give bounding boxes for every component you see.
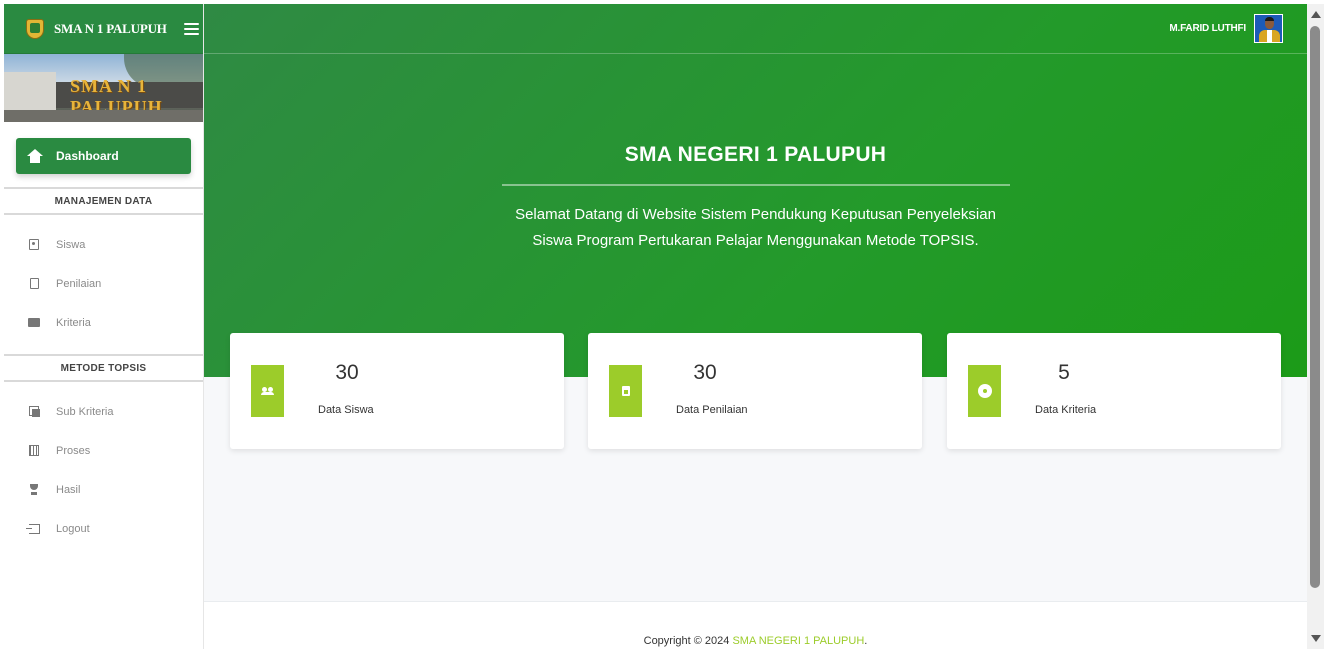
- avatar-hair: [1265, 17, 1274, 21]
- id-card-glyph: [29, 239, 39, 250]
- sidebar-item-dashboard[interactable]: Dashboard: [16, 138, 191, 174]
- hamburger-bar: [183, 32, 199, 35]
- sidebar-item-label: Siswa: [56, 238, 86, 251]
- briefcase-icon: [28, 317, 40, 329]
- card-value: 30: [335, 361, 359, 384]
- sidebar: SMA N 1 PALUPUH SMA N 1 PALUPUH Dashboar…: [4, 4, 204, 649]
- trophy-icon: [28, 484, 40, 496]
- card-label: Data Penilaian: [676, 404, 748, 416]
- section-items: Sub Kriteria Proses Hasil Logout: [4, 382, 203, 560]
- card-label: Data Kriteria: [1035, 404, 1097, 416]
- footer-suffix: .: [864, 635, 868, 647]
- sidebar-item-label: Kriteria: [56, 316, 91, 329]
- card-data-kriteria[interactable]: 5 Data Kriteria: [947, 333, 1281, 449]
- logout-icon: [25, 523, 40, 535]
- section-items: Siswa Penilaian Kriteria: [4, 215, 203, 354]
- clipboard-icon: [28, 278, 40, 290]
- footer-link[interactable]: SMA NEGERI 1 PALUPUH: [732, 635, 864, 647]
- card-data-siswa[interactable]: 30 Data Siswa: [230, 333, 564, 449]
- hero-welcome-text: Selamat Datang di Website Sistem Penduku…: [494, 202, 1017, 254]
- sidebar-item-label: Hasil: [56, 483, 81, 496]
- card-value: 30: [693, 361, 717, 384]
- section-metode-topsis: METODE TOPSIS: [4, 354, 203, 382]
- trophy-glyph: [28, 484, 40, 495]
- building-glyph: [29, 445, 39, 456]
- logo-inner: [30, 22, 40, 33]
- scroll-up-arrow-icon[interactable]: [1311, 11, 1321, 18]
- footer-copyright: Copyright © 2024 SMA NEGERI 1 PALUPUH.: [204, 635, 1307, 647]
- sidebar-menu: Dashboard MANAJEMEN DATA Siswa Penilaian…: [4, 122, 203, 560]
- hero-line-1: Selamat Datang di Website Sistem Penduku…: [515, 206, 996, 223]
- sidebar-item-logout[interactable]: Logout: [4, 509, 203, 548]
- hamburger-bar: [183, 22, 199, 25]
- copy-glyph: [28, 406, 40, 417]
- card-value: 5: [1058, 361, 1070, 384]
- gear-icon: [979, 386, 990, 396]
- sidebar-item-label: Proses: [56, 444, 91, 457]
- file-icon: [621, 386, 630, 396]
- sidebar-item-label: Penilaian: [56, 277, 102, 290]
- brand-bar: SMA N 1 PALUPUH: [4, 4, 203, 54]
- home-icon: [27, 149, 43, 163]
- sidebar-item-hasil[interactable]: Hasil: [4, 470, 203, 509]
- avatar-shirt: [1267, 30, 1272, 42]
- school-logo-icon: [24, 18, 46, 40]
- sidebar-item-proses[interactable]: Proses: [4, 431, 203, 470]
- hero-line-2: Siswa Program Pertukaran Pelajar Menggun…: [532, 232, 979, 249]
- clipboard-glyph: [29, 278, 39, 289]
- hero-title: SMA NEGERI 1 PALUPUH: [624, 143, 887, 166]
- hero-banner: SMA NEGERI 1 PALUPUH Selamat Datang di W…: [204, 4, 1307, 377]
- brand-name[interactable]: SMA N 1 PALUPUH: [54, 21, 167, 37]
- hamburger-bar: [183, 27, 199, 30]
- users-icon: [260, 387, 274, 395]
- sidebar-item-sub-kriteria[interactable]: Sub Kriteria: [4, 392, 203, 431]
- briefcase-glyph: [28, 318, 40, 327]
- card-label: Data Siswa: [318, 404, 374, 416]
- footer: Copyright © 2024 SMA NEGERI 1 PALUPUH.: [204, 601, 1307, 649]
- footer-prefix: Copyright © 2024: [643, 635, 733, 647]
- avatar[interactable]: [1254, 14, 1283, 43]
- scroll-down-arrow-icon[interactable]: [1311, 635, 1321, 642]
- sidebar-item-siswa[interactable]: Siswa: [4, 225, 203, 264]
- banner-ground: [4, 110, 203, 122]
- sidebar-item-label: Dashboard: [56, 149, 119, 163]
- gear-icon-badge: [968, 365, 1001, 417]
- sidebar-item-label: Sub Kriteria: [56, 405, 114, 418]
- users-icon-badge: [251, 365, 284, 417]
- scroll-thumb[interactable]: [1310, 26, 1320, 588]
- school-banner-image: SMA N 1 PALUPUH: [4, 54, 203, 122]
- logout-glyph: [25, 523, 40, 534]
- card-data-penilaian[interactable]: 30 Data Penilaian: [588, 333, 922, 449]
- user-name[interactable]: M.FARID LUTHFI: [1169, 23, 1246, 34]
- hero-divider: [502, 184, 1010, 186]
- app-frame: SMA NEGERI 1 PALUPUH Selamat Datang di W…: [4, 4, 1307, 649]
- file-icon-badge: [609, 365, 642, 417]
- id-card-icon: [28, 239, 40, 251]
- building-icon: [28, 445, 40, 457]
- copy-icon: [28, 406, 40, 418]
- page-scrollbar[interactable]: [1307, 4, 1324, 649]
- section-manajemen-data: MANAJEMEN DATA: [4, 187, 203, 215]
- sidebar-item-kriteria[interactable]: Kriteria: [4, 303, 203, 342]
- sidebar-item-penilaian[interactable]: Penilaian: [4, 264, 203, 303]
- sidebar-item-label: Logout: [56, 522, 90, 535]
- topbar: M.FARID LUTHFI: [204, 4, 1307, 54]
- hamburger-menu-icon[interactable]: [183, 22, 199, 35]
